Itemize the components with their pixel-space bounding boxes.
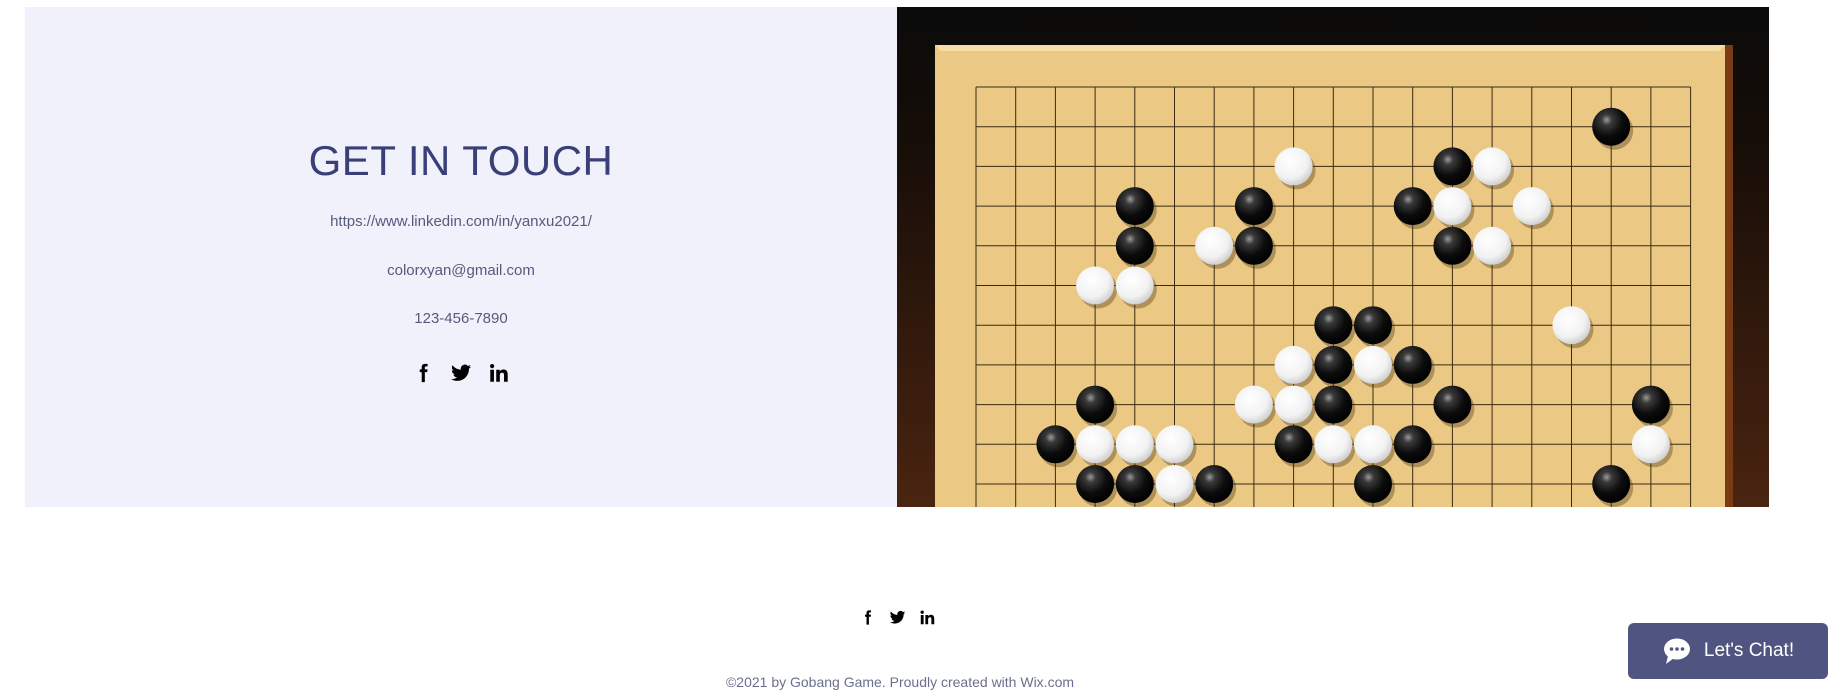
black-stone xyxy=(1433,385,1472,424)
white-stone xyxy=(1473,226,1512,265)
black-stone xyxy=(1314,345,1353,384)
white-stone xyxy=(1473,147,1512,186)
white-stone xyxy=(1433,187,1472,226)
white-stone xyxy=(1274,385,1313,424)
white-stone xyxy=(1274,345,1313,384)
white-stone xyxy=(1076,425,1115,464)
black-stone xyxy=(1393,345,1432,384)
white-stone xyxy=(1552,306,1591,345)
linkedin-link[interactable]: https://www.linkedin.com/in/yanxu2021/ xyxy=(25,213,897,230)
chat-bubble-icon xyxy=(1663,638,1690,664)
footer-social-bar xyxy=(0,605,1795,629)
black-stone xyxy=(1115,226,1154,265)
black-stone xyxy=(1631,385,1670,424)
footer-copyright: ©2021 by Gobang Game. Proudly created wi… xyxy=(725,674,1075,690)
black-stone xyxy=(1592,107,1631,146)
white-stone xyxy=(1155,425,1194,464)
white-stone xyxy=(1076,266,1115,305)
linkedin-icon[interactable] xyxy=(488,362,510,384)
white-stone xyxy=(1354,425,1392,464)
twitter-icon[interactable] xyxy=(889,609,906,626)
gobang-board-image xyxy=(897,7,1769,507)
black-stone xyxy=(1115,187,1154,226)
black-stone xyxy=(1234,187,1273,226)
contact-title: GET IN TOUCH xyxy=(308,137,614,184)
black-stone xyxy=(1393,425,1432,464)
white-stone xyxy=(1234,385,1273,424)
white-stone xyxy=(1155,465,1194,503)
facebook-icon[interactable] xyxy=(412,362,434,384)
black-stone xyxy=(1433,226,1472,265)
white-stone xyxy=(1115,425,1154,464)
chat-button[interactable]: Let's Chat! xyxy=(1628,623,1828,679)
linkedin-icon[interactable] xyxy=(919,609,936,626)
black-stone xyxy=(1234,226,1273,265)
white-stone xyxy=(1512,187,1551,226)
email-text[interactable]: colorxyan@gmail.com xyxy=(25,262,897,279)
board-right-edge xyxy=(1725,45,1733,507)
phone-text: 123-456-7890 xyxy=(414,310,508,327)
facebook-icon[interactable] xyxy=(859,609,876,626)
black-stone xyxy=(1274,425,1313,464)
black-stone xyxy=(1076,385,1115,424)
black-stone xyxy=(1076,465,1115,503)
white-stone xyxy=(1354,345,1392,384)
black-stone xyxy=(1393,187,1432,226)
contact-social-bar xyxy=(25,360,897,386)
black-stone xyxy=(1354,306,1392,345)
contact-panel: GET IN TOUCH https://www.linkedin.com/in… xyxy=(25,7,897,507)
white-stone xyxy=(1115,266,1154,305)
black-stone xyxy=(1314,306,1353,345)
white-stone xyxy=(1314,425,1353,464)
black-stone xyxy=(1115,465,1154,503)
chat-button-label: Let's Chat! xyxy=(1703,640,1795,661)
black-stone xyxy=(1314,385,1353,424)
white-stone xyxy=(1195,226,1234,265)
white-stone xyxy=(1274,147,1313,186)
twitter-icon[interactable] xyxy=(450,362,472,384)
black-stone xyxy=(1354,465,1392,503)
black-stone xyxy=(1195,465,1234,503)
board-bevel xyxy=(935,45,1725,51)
black-stone xyxy=(1036,425,1075,464)
white-stone xyxy=(1631,425,1670,464)
black-stone xyxy=(1433,147,1472,186)
black-stone xyxy=(1592,465,1631,503)
